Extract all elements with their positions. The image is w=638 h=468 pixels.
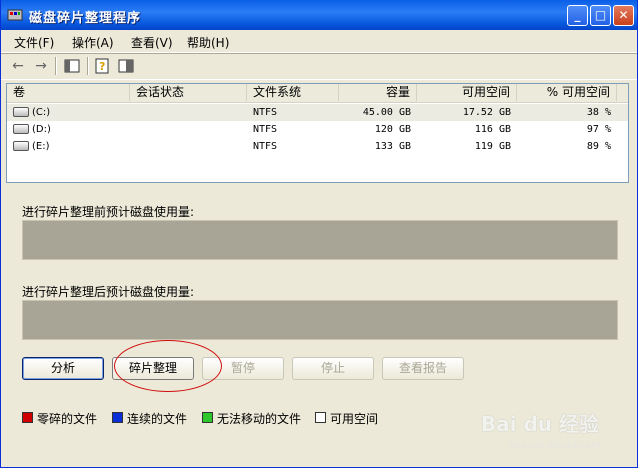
col-volume[interactable]: 卷: [7, 84, 130, 101]
toolbar-separator: [87, 57, 89, 75]
legend-free-space-label: 可用空间: [330, 412, 379, 426]
legend-unmovable-label: 无法移动的文件: [217, 412, 302, 426]
toolbar: ← → ?: [1, 53, 637, 80]
volume-list[interactable]: 卷 会话状态 文件系统 容量 可用空间 % 可用空间 (C:) NTFS 45.…: [6, 83, 629, 183]
after-usage-label: 进行碎片整理后预计磁盘使用量:: [22, 285, 195, 299]
legend-contiguous-label: 连续的文件: [127, 412, 188, 426]
volume-row-c[interactable]: (C:) NTFS 45.00 GB 17.52 GB 38 %: [7, 104, 628, 121]
show-hide-tree-icon[interactable]: [63, 58, 81, 74]
back-arrow-icon[interactable]: ←: [9, 58, 27, 74]
before-usage-label: 进行碎片整理前预计磁盘使用量:: [22, 205, 195, 219]
watermark-logo: Bai du 经验: [480, 412, 599, 436]
volume-row-e[interactable]: (E:) NTFS 133 GB 119 GB 89 %: [7, 138, 628, 155]
volume-fs: NTFS: [253, 107, 278, 118]
before-usage-display: [22, 220, 618, 260]
highlight-circle-annotation: [114, 340, 222, 392]
volume-name: (D:): [32, 124, 51, 135]
menu-bar: 文件(F) 操作(A) 查看(V) 帮助(H): [1, 30, 637, 53]
legend-fragmented-label: 零碎的文件: [37, 412, 98, 426]
col-session-status[interactable]: 会话状态: [130, 84, 247, 101]
legend-free-space-swatch: [315, 412, 326, 423]
volume-free: 119 GB: [474, 141, 511, 152]
toolbar-separator: [55, 57, 57, 75]
after-usage-display: [22, 300, 618, 340]
menu-action[interactable]: 操作(A): [72, 34, 114, 51]
menu-help[interactable]: 帮助(H): [187, 34, 229, 51]
volume-capacity: 120 GB: [374, 124, 411, 135]
drive-icon: [13, 141, 29, 151]
watermark-url: jingyan.baidu.com: [508, 440, 601, 451]
defrag-window: 磁盘碎片整理程序 _ □ ✕ 文件(F) 操作(A) 查看(V) 帮助(H) ←…: [0, 0, 638, 468]
volume-capacity: 45.00 GB: [362, 107, 411, 118]
svg-text:?: ?: [99, 60, 105, 73]
legend-fragmented-swatch: [22, 412, 33, 423]
volume-status: [130, 138, 247, 155]
col-file-system[interactable]: 文件系统: [247, 84, 339, 101]
volume-name: (E:): [32, 141, 50, 152]
volume-list-header: 卷 会话状态 文件系统 容量 可用空间 % 可用空间: [7, 84, 628, 103]
view-report-button[interactable]: 查看报告: [382, 357, 464, 380]
col-free-space[interactable]: 可用空间: [417, 84, 517, 101]
volume-name: (C:): [32, 107, 51, 118]
drive-icon: [13, 124, 29, 134]
minimize-button[interactable]: _: [567, 5, 588, 26]
volume-capacity: 133 GB: [374, 141, 411, 152]
volume-pct-free: 89 %: [586, 141, 611, 152]
menu-view[interactable]: 查看(V): [131, 34, 173, 51]
volume-free: 17.52 GB: [462, 107, 511, 118]
stop-button[interactable]: 停止: [292, 357, 374, 380]
volume-fs: NTFS: [253, 124, 278, 135]
menu-file[interactable]: 文件(F): [14, 34, 54, 51]
col-percent-free[interactable]: % 可用空间: [517, 84, 617, 101]
title-bar[interactable]: 磁盘碎片整理程序 _ □ ✕: [1, 0, 637, 30]
drive-icon: [13, 107, 29, 117]
col-capacity[interactable]: 容量: [339, 84, 417, 101]
properties-icon[interactable]: [117, 58, 135, 74]
volume-pct-free: 38 %: [586, 107, 611, 118]
defrag-app-icon: [7, 9, 23, 21]
volume-row-d[interactable]: (D:) NTFS 120 GB 116 GB 97 %: [7, 121, 628, 138]
volume-free: 116 GB: [474, 124, 511, 135]
volume-fs: NTFS: [253, 141, 278, 152]
close-button[interactable]: ✕: [613, 5, 634, 26]
volume-pct-free: 97 %: [586, 124, 611, 135]
help-icon[interactable]: ?: [94, 58, 112, 74]
volume-status: [130, 104, 247, 121]
maximize-button[interactable]: □: [590, 5, 611, 26]
analysis-panel: 进行碎片整理前预计磁盘使用量: 进行碎片整理后预计磁盘使用量: 分析 碎片整理 …: [6, 185, 629, 445]
legend-unmovable-swatch: [202, 412, 213, 423]
window-title: 磁盘碎片整理程序: [29, 11, 142, 26]
legend-contiguous-swatch: [112, 412, 123, 423]
analyze-button[interactable]: 分析: [22, 357, 104, 380]
forward-arrow-icon[interactable]: →: [32, 58, 50, 74]
volume-status: [130, 121, 247, 138]
